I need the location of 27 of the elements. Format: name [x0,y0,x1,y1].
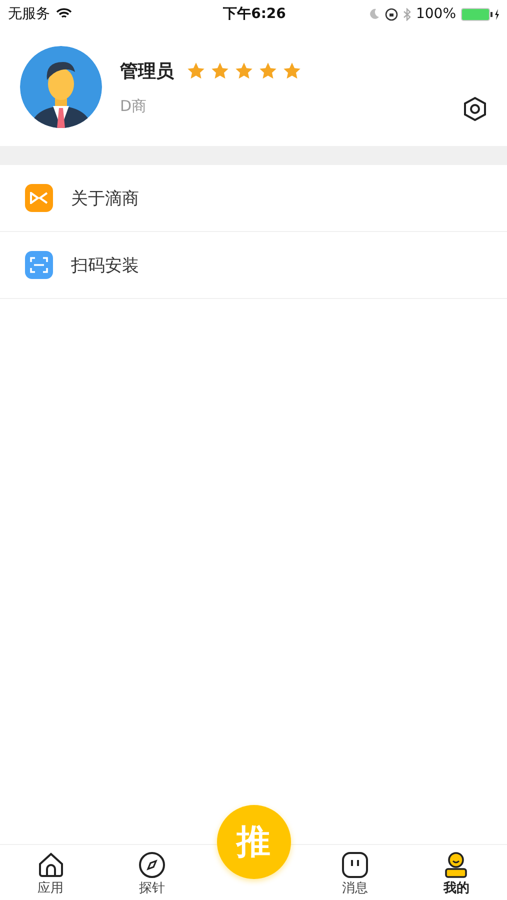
message-icon [342,852,368,878]
menu-item[interactable]: 关于滴商 [0,165,507,232]
battery-icon [461,8,502,20]
user-icon [444,852,468,878]
battery-text: 100% [416,6,456,22]
wifi-icon [56,8,72,20]
tab-item[interactable]: 我的 [406,845,507,900]
compass-icon [139,852,166,878]
carrier-text: 无服务 [8,5,50,23]
bow-tie-icon [25,184,53,212]
company-name: D商 [120,96,148,116]
home-icon [36,852,65,878]
user-name: 管理员 [120,60,174,82]
star-icon [210,60,230,80]
bluetooth-icon [402,8,411,20]
star-icon [234,60,254,80]
star-icon [186,60,206,80]
settings-icon[interactable] [463,96,487,122]
star-icon [282,60,302,80]
star-icon [258,60,278,80]
scan-icon [25,251,53,279]
tab-item[interactable]: 应用 [0,845,102,900]
clock-text: 下午6:26 [223,5,286,23]
tab-item[interactable]: 探针 [101,845,203,900]
moon-icon [368,8,380,20]
tab-item[interactable]: 消息 [304,845,406,900]
menu-item[interactable]: 扫码安装 [0,232,507,299]
